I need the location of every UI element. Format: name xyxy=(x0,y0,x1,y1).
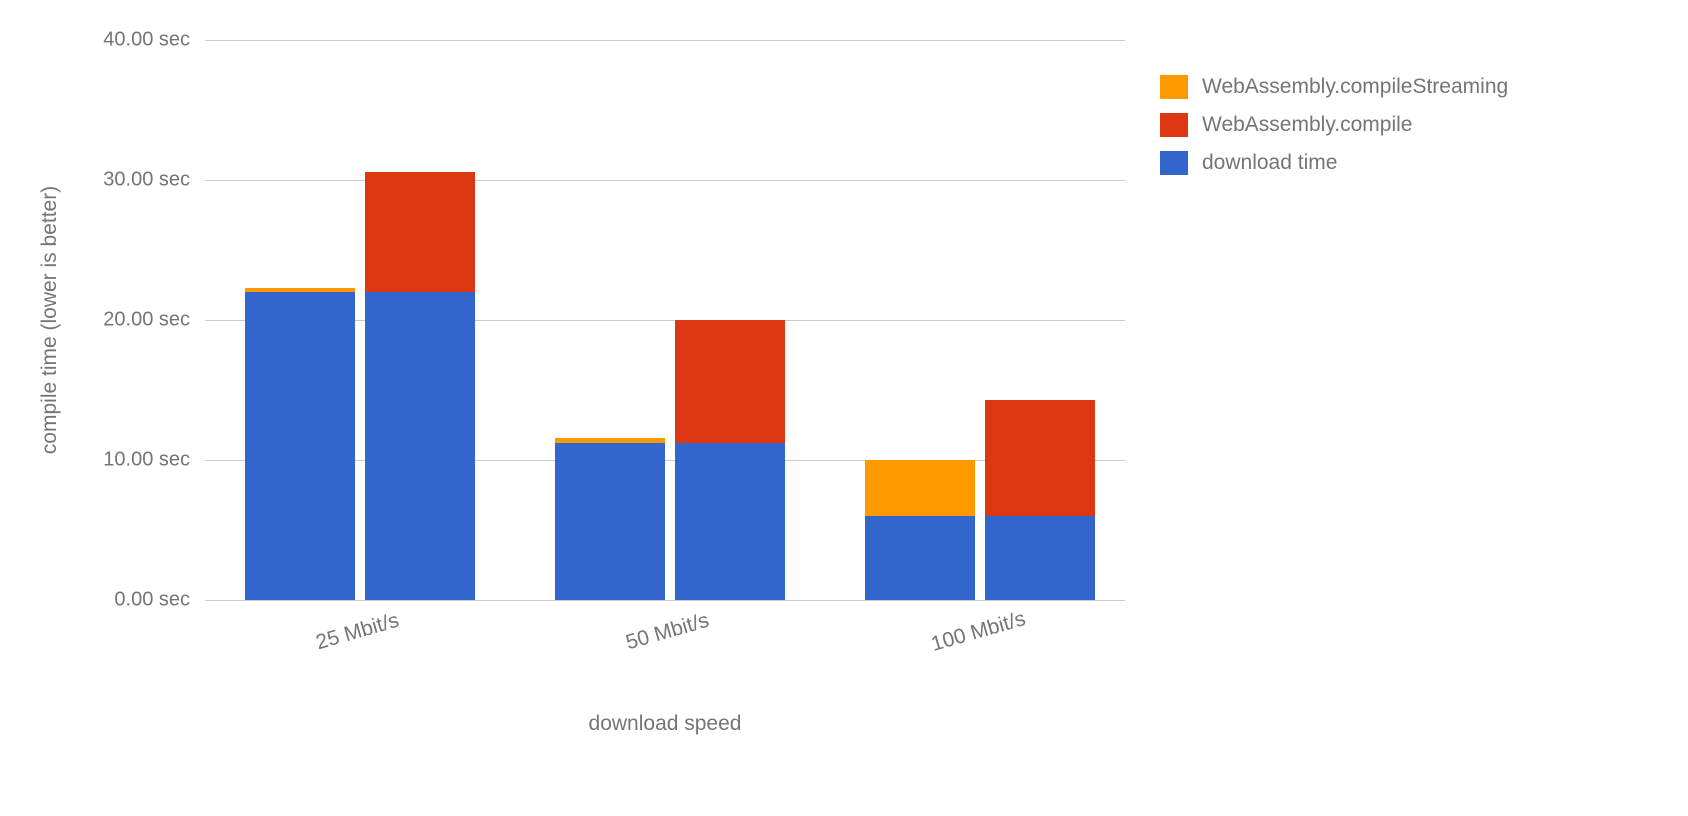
bar-100mbit-streaming xyxy=(865,460,975,600)
segment-download xyxy=(555,443,665,600)
legend-label: WebAssembly.compile xyxy=(1202,113,1412,137)
legend-swatch-icon xyxy=(1160,75,1188,99)
legend-item-compile: WebAssembly.compile xyxy=(1160,113,1508,137)
x-axis-title: download speed xyxy=(205,712,1125,736)
y-tick-10: 10.00 sec xyxy=(90,449,190,472)
legend-item-streaming: WebAssembly.compileStreaming xyxy=(1160,75,1508,99)
segment-stream xyxy=(865,460,975,516)
bar-50mbit-compile xyxy=(675,320,785,600)
segment-download xyxy=(365,292,475,600)
y-tick-0: 0.00 sec xyxy=(90,589,190,612)
legend-swatch-icon xyxy=(1160,151,1188,175)
segment-download xyxy=(675,443,785,600)
bars-layer xyxy=(205,40,1125,600)
x-tick-25mbit: 25 Mbit/s xyxy=(313,609,402,656)
legend-item-download: download time xyxy=(1160,151,1508,175)
y-tick-40: 40.00 sec xyxy=(90,29,190,52)
segment-download xyxy=(985,516,1095,600)
y-tick-20: 20.00 sec xyxy=(90,309,190,332)
legend-label: download time xyxy=(1202,151,1337,175)
segment-compile xyxy=(365,172,475,292)
y-axis-title: compile time (lower is better) xyxy=(38,186,62,454)
segment-compile xyxy=(985,400,1095,516)
plot-area xyxy=(205,40,1125,600)
segment-download xyxy=(865,516,975,600)
segment-compile xyxy=(675,320,785,443)
x-tick-50mbit: 50 Mbit/s xyxy=(623,609,712,656)
legend-swatch-icon xyxy=(1160,113,1188,137)
x-tick-100mbit: 100 Mbit/s xyxy=(929,607,1029,657)
legend: WebAssembly.compileStreaming WebAssembly… xyxy=(1160,75,1508,189)
bar-25mbit-compile xyxy=(365,172,475,600)
bar-25mbit-streaming xyxy=(245,288,355,600)
legend-label: WebAssembly.compileStreaming xyxy=(1202,75,1508,99)
y-tick-30: 30.00 sec xyxy=(90,169,190,192)
bar-100mbit-compile xyxy=(985,400,1095,600)
segment-download xyxy=(245,292,355,600)
chart: compile time (lower is better) 0.00 sec … xyxy=(0,0,1688,816)
gridline xyxy=(205,600,1125,601)
bar-50mbit-streaming xyxy=(555,438,665,600)
